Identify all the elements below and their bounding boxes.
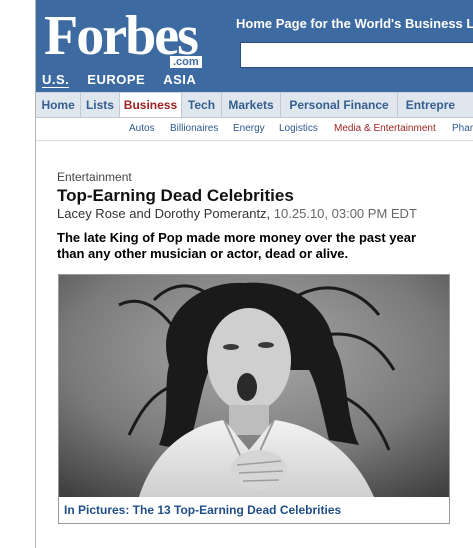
nav-lists[interactable]: Lists: [81, 93, 120, 117]
edition-asia[interactable]: ASIA: [163, 72, 196, 88]
nav-business[interactable]: Business: [119, 93, 183, 117]
subnav-billionaires[interactable]: Billionaires: [170, 123, 218, 134]
subnav-autos[interactable]: Autos: [129, 123, 155, 134]
article-photo[interactable]: [59, 275, 449, 497]
nav-markets[interactable]: Markets: [222, 93, 282, 117]
article-date: 10.25.10, 03:00 PM EDT: [273, 206, 417, 221]
article-title: Top-Earning Dead Celebrities: [57, 186, 294, 205]
article-byline: Lacey Rose and Dorothy Pomerantz, 10.25.…: [57, 206, 417, 221]
site-tagline: Home Page for the World's Business L: [236, 16, 473, 31]
photo-gallery-link[interactable]: In Pictures: The 13 Top-Earning Dead Cel…: [64, 503, 341, 517]
edition-switcher: U.S. EUROPE ASIA: [42, 72, 196, 88]
nav-entrepreneurs[interactable]: Entrepre: [398, 93, 473, 117]
nav-tech[interactable]: Tech: [182, 93, 222, 117]
subnav-logistics[interactable]: Logistics: [279, 123, 318, 134]
sub-nav: Autos Billionaires Energy Logistics Medi…: [36, 118, 473, 141]
logo-com-badge: .com: [170, 56, 202, 68]
article-dek: The late King of Pop made more money ove…: [57, 230, 417, 261]
nav-personal-finance[interactable]: Personal Finance: [281, 93, 398, 117]
main-nav: Home Lists Business Tech Markets Persona…: [36, 92, 473, 118]
performer-photo-illustration: [59, 275, 449, 497]
nav-home[interactable]: Home: [36, 93, 82, 117]
edition-europe[interactable]: EUROPE: [87, 72, 145, 88]
edition-us[interactable]: U.S.: [42, 72, 70, 88]
article-figure: In Pictures: The 13 Top-Earning Dead Cel…: [58, 274, 450, 524]
article-section[interactable]: Entertainment: [57, 170, 132, 184]
logo-block: Forbes .com U.S. EUROPE ASIA: [36, 0, 226, 92]
subnav-media-entertainment[interactable]: Media & Entertainment: [334, 123, 436, 134]
article-authors[interactable]: Lacey Rose and Dorothy Pomerantz,: [57, 206, 270, 221]
search-input[interactable]: [240, 42, 473, 68]
subnav-energy[interactable]: Energy: [233, 123, 265, 134]
subnav-pharma[interactable]: Phar: [452, 123, 473, 134]
site-header: Forbes .com U.S. EUROPE ASIA Home Page f…: [36, 0, 473, 92]
